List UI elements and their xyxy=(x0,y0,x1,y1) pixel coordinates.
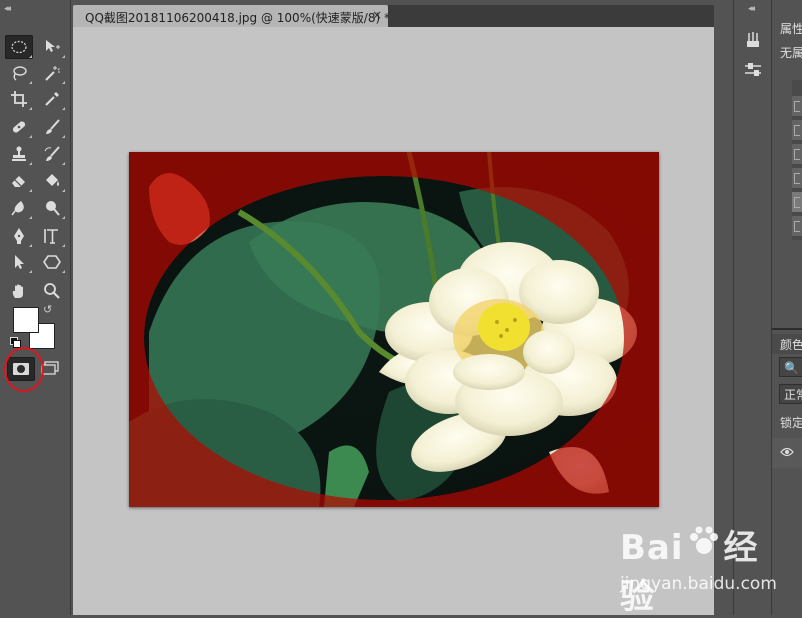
eyedropper-icon xyxy=(45,92,59,106)
tab-properties[interactable]: 属性 xyxy=(772,18,802,38)
paint-bucket-tool-button[interactable] xyxy=(38,169,66,193)
healing-brush-tool-button[interactable] xyxy=(5,115,33,139)
baidu-jingyan-watermark: Bai 经验 jingyan.baidu.com xyxy=(610,520,790,617)
tab-bar-empty xyxy=(388,5,714,27)
lotus-photo xyxy=(129,152,659,507)
list-item[interactable] xyxy=(792,144,802,165)
close-tab-icon[interactable]: × xyxy=(372,8,382,22)
magic-wand-icon xyxy=(45,66,60,81)
dodge-icon xyxy=(46,201,60,216)
drop-icon xyxy=(11,201,24,216)
stamp-icon xyxy=(12,146,26,161)
tab-color[interactable]: 颜色 xyxy=(772,334,802,354)
arrow-pointer-icon xyxy=(15,255,24,269)
eraser-tool-button[interactable] xyxy=(5,169,33,193)
lasso-tool-button[interactable] xyxy=(5,61,33,85)
list-item[interactable] xyxy=(792,168,802,189)
dodge-tool-button[interactable] xyxy=(38,196,66,220)
list-item[interactable] xyxy=(792,216,802,237)
properties-value: 无属 xyxy=(772,42,802,62)
move-icon xyxy=(46,40,60,52)
magic-wand-tool-button[interactable] xyxy=(38,61,66,85)
shape-tool-button[interactable] xyxy=(38,250,66,274)
magnifier-icon xyxy=(44,283,60,299)
dock-collapse-icon[interactable]: ◂◂ xyxy=(748,4,755,14)
eyedropper-tool-button[interactable] xyxy=(38,87,66,111)
eye-icon[interactable] xyxy=(780,447,794,457)
document-tab[interactable]: QQ截图20181106200418.jpg @ 100%(快速蒙版/8) * … xyxy=(73,5,390,27)
hand-icon xyxy=(12,284,23,298)
lock-label: 锁定 xyxy=(772,412,802,432)
marquee-tool-button[interactable] xyxy=(5,35,33,59)
watermark-url: jingyan.baidu.com xyxy=(620,574,777,594)
type-tool-button[interactable] xyxy=(38,224,66,248)
layer-row[interactable] xyxy=(772,438,802,468)
foreground-color-swatch[interactable] xyxy=(13,307,39,333)
red-annotation-circle xyxy=(4,347,44,392)
toolbar-collapse-icon[interactable]: ◂◂ xyxy=(4,4,11,14)
move-tool-button[interactable] xyxy=(38,35,66,59)
watermark-logo: Bai 经验 xyxy=(620,520,790,618)
layer-filter-field[interactable]: 🔍 类 xyxy=(779,357,802,377)
document-tab-title: QQ截图20181106200418.jpg @ 100%(快速蒙版/8) * xyxy=(85,11,390,25)
crop-icon xyxy=(11,91,27,107)
tool-presets-button[interactable] xyxy=(742,60,764,80)
default-colors-icon[interactable] xyxy=(10,337,21,348)
sliders-icon xyxy=(745,63,761,76)
history-brush-icon xyxy=(44,146,60,161)
blur-tool-button[interactable] xyxy=(5,196,33,220)
blend-mode-select[interactable]: 正常 xyxy=(779,384,802,404)
crop-tool-button[interactable] xyxy=(5,87,33,111)
paint-bucket-icon xyxy=(46,174,59,186)
path-selection-tool-button[interactable] xyxy=(5,250,33,274)
brush-icon xyxy=(46,119,60,134)
clone-stamp-tool-button[interactable] xyxy=(5,142,33,166)
list-item[interactable] xyxy=(792,96,802,117)
bandage-icon xyxy=(12,121,26,133)
brush-presets-button[interactable] xyxy=(742,30,764,50)
history-brush-tool-button[interactable] xyxy=(38,142,66,166)
panel-divider xyxy=(772,328,802,330)
tools-panel: ◂◂ ↺ xyxy=(0,0,71,615)
hand-tool-button[interactable] xyxy=(5,279,33,303)
paw-icon xyxy=(689,526,718,554)
elliptical-marquee-icon xyxy=(11,40,27,54)
type-icon xyxy=(44,229,58,244)
pen-tool-button[interactable] xyxy=(5,224,33,248)
watermark-logo-text-1: Bai xyxy=(620,528,684,568)
pen-icon xyxy=(14,228,24,244)
hexagon-icon xyxy=(43,255,61,269)
lasso-icon xyxy=(13,66,27,81)
brush-tool-button[interactable] xyxy=(38,115,66,139)
list-item[interactable] xyxy=(792,192,802,213)
document-image[interactable] xyxy=(129,152,659,507)
brushes-icon xyxy=(747,32,759,47)
list-item[interactable] xyxy=(792,120,802,141)
swap-colors-icon[interactable]: ↺ xyxy=(43,303,52,316)
eraser-icon xyxy=(12,176,25,187)
zoom-tool-button[interactable] xyxy=(38,279,66,303)
